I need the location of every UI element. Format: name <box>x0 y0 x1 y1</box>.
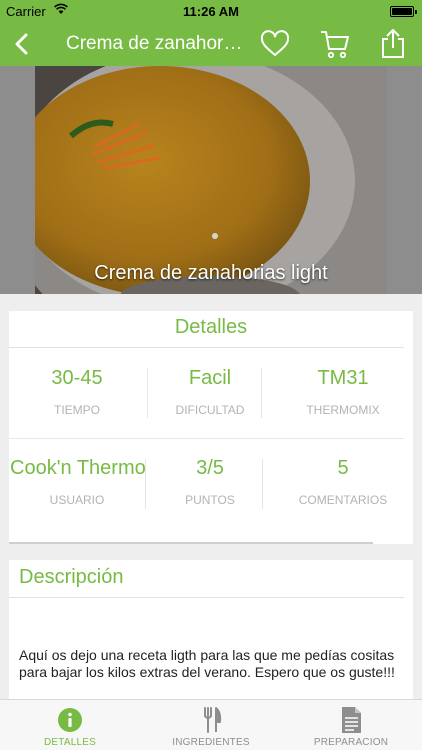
description-divider <box>9 597 404 598</box>
document-icon <box>342 707 361 733</box>
stat-value: 5 <box>337 457 349 479</box>
stat-label: PUNTOS <box>185 493 235 507</box>
stat-label: THERMOMIX <box>306 403 380 417</box>
stat-usuario: Cook'n Thermo USUARIO <box>10 457 146 507</box>
tab-label: PREPARACION <box>313 737 389 748</box>
description-title: Descripción <box>19 566 124 588</box>
chevron-left-icon[interactable] <box>8 28 38 60</box>
cart-icon[interactable] <box>319 28 351 60</box>
stat-thermomix: TM31 THERMOMIX <box>276 367 410 417</box>
stat-label: USUARIO <box>49 493 105 507</box>
stat-value: TM31 <box>317 367 369 389</box>
stat-label: DIFICULTAD <box>175 403 245 417</box>
fork-knife-icon <box>204 707 222 733</box>
tab-detalles[interactable]: DETALLES <box>0 700 140 750</box>
details-row-divider <box>9 438 404 439</box>
recipe-hero: Crema de zanahorias light <box>0 66 422 294</box>
stat-label: COMENTARIOS <box>298 493 388 507</box>
description-card: Descripción Aquí os dejo una receta ligt… <box>9 560 413 700</box>
share-icon[interactable] <box>377 28 409 60</box>
battery-icon <box>390 6 417 17</box>
stat-dificultad: Facil DIFICULTAD <box>143 367 277 417</box>
stat-value: 30-45 <box>51 367 103 389</box>
details-title: Detalles <box>174 316 248 338</box>
description-text: Aquí os dejo una receta ligth para las q… <box>19 647 395 680</box>
tab-label: INGREDIENTES <box>172 737 250 748</box>
stat-separator <box>261 368 262 418</box>
details-divider <box>9 347 404 348</box>
stat-value: 3/5 <box>196 457 224 479</box>
stat-separator <box>262 459 263 509</box>
status-time: 11:26 AM <box>183 4 239 19</box>
stat-value: Cook'n Thermo <box>10 457 146 479</box>
tab-ingredientes[interactable]: INGREDIENTES <box>141 700 281 750</box>
recipe-title: Crema de zanahorias light <box>94 262 328 284</box>
details-bottom-line <box>9 542 373 544</box>
stat-label: TIEMPO <box>53 403 100 417</box>
status-bar: Carrier 11:26 AM <box>0 0 422 22</box>
stat-comentarios[interactable]: 5 COMENTARIOS <box>276 457 410 507</box>
tab-bar: DETALLES INGREDIENTES PREPARACION <box>0 699 422 750</box>
heart-icon[interactable] <box>259 28 291 60</box>
page-title: Crema de zanahori… <box>66 33 246 54</box>
stat-puntos: 3/5 PUNTOS <box>143 457 277 507</box>
stat-tiempo: 30-45 TIEMPO <box>10 367 144 417</box>
info-icon <box>58 708 82 732</box>
tab-preparacion[interactable]: PREPARACION <box>281 700 421 750</box>
recipe-photo <box>35 66 387 294</box>
details-card: Detalles 30-45 TIEMPO Facil DIFICULTAD T… <box>9 311 413 544</box>
stat-value: Facil <box>188 367 232 389</box>
navbar: Crema de zanahori… <box>0 22 422 66</box>
tab-label: DETALLES <box>44 737 96 748</box>
